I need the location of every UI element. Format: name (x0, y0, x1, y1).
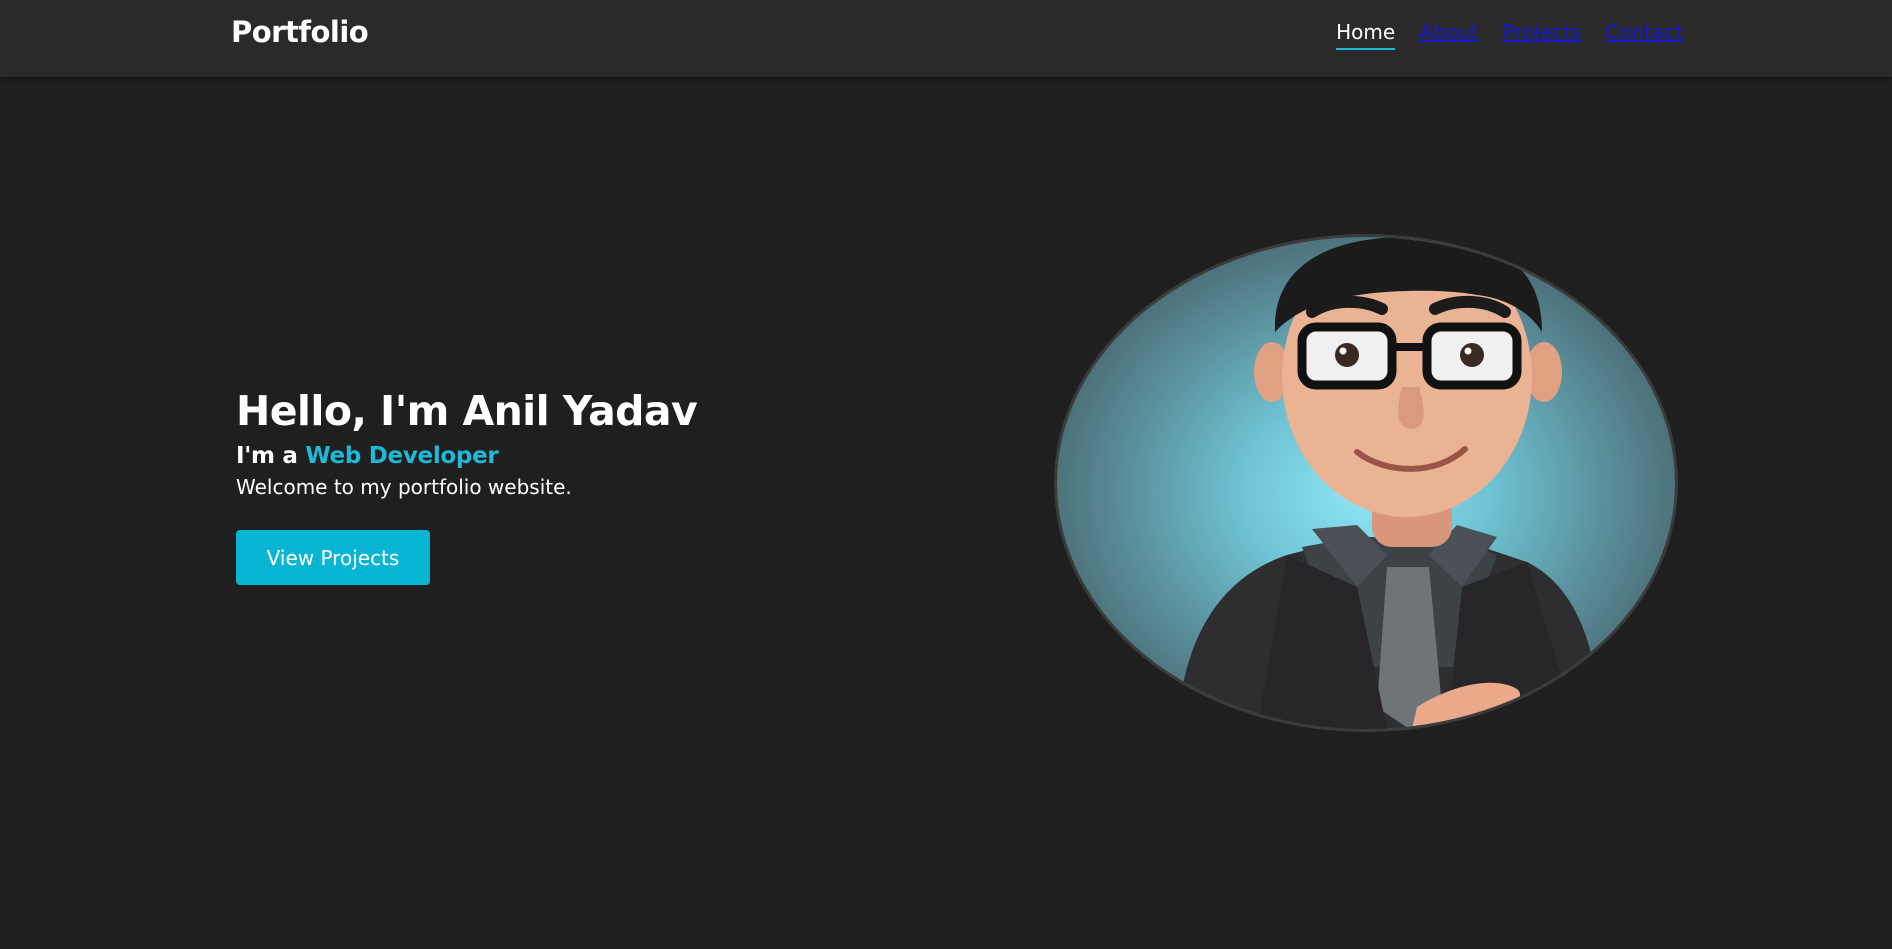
avatar-illustration (1177, 237, 1602, 729)
hero-subtitle-prefix: I'm a (236, 443, 306, 469)
nav-link-projects[interactable]: Projects (1502, 20, 1581, 50)
nav-link-contact[interactable]: Contact (1605, 20, 1683, 50)
hero-subtitle: I'm a Web Developer (236, 440, 697, 472)
nav-link-about[interactable]: About (1419, 20, 1478, 50)
view-projects-button[interactable]: View Projects (236, 530, 430, 585)
nav-link-home[interactable]: Home (1336, 20, 1396, 50)
hero-title: Hello, I'm Anil Yadav (236, 387, 698, 435)
hero-welcome-text: Welcome to my portfolio website. (236, 475, 572, 499)
avatar-image (1054, 234, 1678, 732)
hero-text: Hello, I'm Anil Yadav I'm a Web Develope… (236, 384, 698, 585)
nav-links: Home About Projects Contact (1336, 20, 1683, 50)
hero-role: Web Developer (305, 443, 499, 469)
navbar: Portfolio Home About Projects Contact (0, 0, 1892, 77)
brand-logo[interactable]: Portfolio (231, 15, 369, 49)
